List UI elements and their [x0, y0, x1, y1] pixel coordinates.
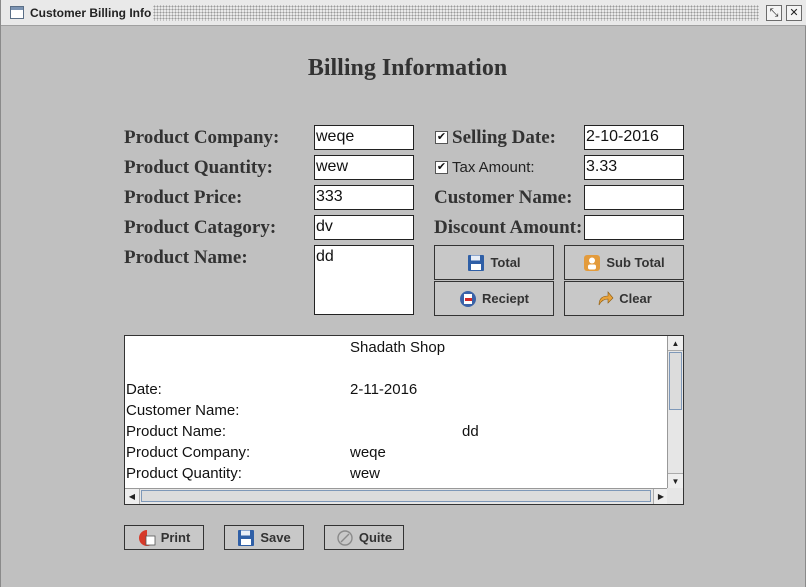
title-bar-grip	[153, 5, 759, 21]
clear-button-label: Clear	[619, 291, 652, 306]
receipt-quantity-value: wew	[350, 465, 381, 482]
sub-total-button[interactable]: Sub Total	[564, 245, 684, 280]
billing-window: Customer Billing Info ⤡ ✕ Billing Inform…	[0, 0, 806, 587]
discount-amount-label: Discount Amount:	[434, 217, 583, 238]
tax-amount-field[interactable]: 3.33	[584, 155, 684, 180]
product-name-textarea[interactable]: dd	[314, 245, 414, 315]
receipt-button-label: Reciept	[482, 291, 529, 306]
receipt-text-area[interactable]: Shadath Shop Date: 2-11-2016 Customer Na…	[124, 335, 684, 505]
product-quantity-field[interactable]: wew	[314, 155, 414, 180]
printer-icon	[138, 529, 156, 546]
receipt-shop-name: Shadath Shop	[350, 339, 446, 356]
save-button[interactable]: Save	[224, 525, 304, 550]
product-category-field[interactable]: dv	[314, 215, 414, 240]
save-button-label: Save	[260, 530, 291, 545]
window-icon	[10, 6, 24, 19]
close-icon[interactable]: ✕	[786, 5, 802, 21]
page-title: Billing Information	[307, 55, 508, 81]
receipt-product-name-label: Product Name:	[126, 423, 227, 440]
floppy-disk-icon	[468, 254, 485, 271]
tax-amount-label: Tax Amount:	[452, 159, 535, 176]
clear-button[interactable]: Clear	[564, 281, 684, 316]
selling-date-checkbox[interactable]: ✔	[435, 131, 448, 144]
quit-button-label: Quite	[358, 530, 393, 545]
selling-date-field[interactable]: 2-10-2016	[584, 125, 684, 150]
receipt-icon	[460, 290, 477, 307]
horizontal-scroll-thumb[interactable]	[141, 490, 651, 502]
scroll-left-icon[interactable]: ◀	[125, 489, 140, 504]
customer-name-field[interactable]	[584, 185, 684, 210]
scroll-up-icon[interactable]: ▲	[668, 336, 683, 351]
selling-date-label: Selling Date:	[452, 127, 556, 148]
vertical-scroll-thumb[interactable]	[669, 352, 682, 410]
customer-name-label: Customer Name:	[434, 187, 573, 208]
receipt-date-value: 2-11-2016	[350, 381, 418, 398]
scroll-right-icon[interactable]: ▶	[653, 489, 668, 504]
scroll-down-icon[interactable]: ▼	[668, 473, 683, 488]
receipt-company-label: Product Company:	[126, 444, 251, 461]
discount-amount-field[interactable]	[584, 215, 684, 240]
restore-icon[interactable]: ⤡	[766, 5, 782, 21]
product-quantity-label: Product Quantity:	[124, 157, 274, 178]
product-price-field[interactable]: 333	[314, 185, 414, 210]
print-button[interactable]: Print	[124, 525, 204, 550]
floppy-disk-icon	[238, 529, 255, 546]
vertical-scrollbar[interactable]: ▲ ▼	[667, 336, 683, 488]
horizontal-scrollbar[interactable]: ◀ ▶	[125, 488, 668, 504]
sub-total-button-label: Sub Total	[606, 255, 665, 270]
print-button-label: Print	[160, 530, 191, 545]
product-price-label: Product Price:	[124, 187, 243, 208]
total-button[interactable]: Total	[434, 245, 554, 280]
total-button-label: Total	[490, 255, 521, 270]
person-badge-icon	[584, 254, 601, 271]
quit-icon	[337, 529, 353, 546]
window-title: Customer Billing Info	[30, 6, 152, 20]
product-category-label: Product Catagory:	[124, 217, 277, 238]
receipt-date-label: Date:	[126, 381, 162, 398]
product-company-label: Product Company:	[124, 127, 280, 148]
redo-arrow-icon	[598, 290, 614, 305]
receipt-product-name-value: dd	[462, 423, 479, 440]
receipt-company-value: weqe	[350, 444, 386, 461]
tax-amount-checkbox[interactable]: ✔	[435, 161, 448, 174]
scroll-corner	[667, 488, 683, 504]
product-company-field[interactable]: weqe	[314, 125, 414, 150]
receipt-quantity-label: Product Quantity:	[126, 465, 242, 482]
quit-button[interactable]: Quite	[324, 525, 404, 550]
product-name-label: Product Name:	[124, 247, 248, 268]
title-bar[interactable]: Customer Billing Info ⤡ ✕	[1, 0, 806, 26]
receipt-button[interactable]: Reciept	[434, 281, 554, 316]
receipt-customer-label: Customer Name:	[126, 402, 240, 419]
